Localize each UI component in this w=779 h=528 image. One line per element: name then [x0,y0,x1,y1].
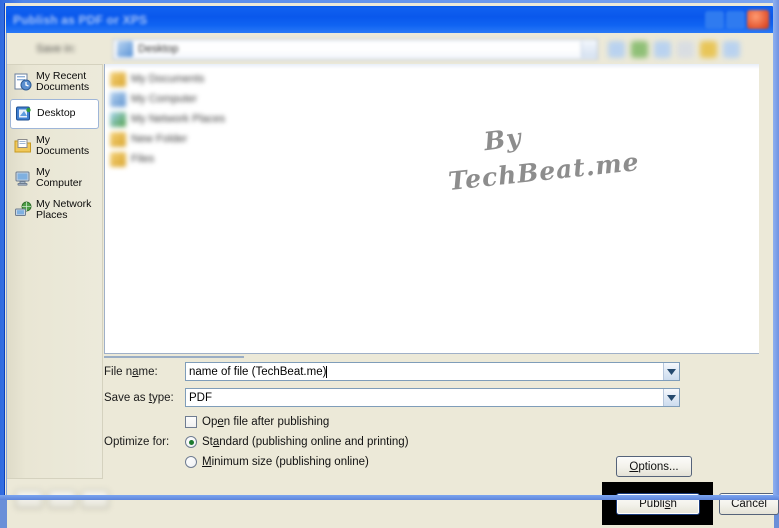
open-after-publishing-row: Open file after publishing [104,412,759,432]
save-in-value: Desktop [138,43,179,55]
places-bar: My Recent Documents Desktop My Documents… [7,64,103,479]
options-button-label: Options... [629,460,679,473]
optimize-minimum-radio[interactable] [185,456,197,468]
my-network-places-icon [15,201,32,216]
desktop-icon [16,106,31,121]
my-computer-icon [15,171,30,186]
list-item[interactable]: Files [105,149,759,169]
up-one-level-icon[interactable] [631,40,648,58]
save-as-type-label: Save as type: [104,391,174,404]
sidebar-item-label: My Recent Documents [36,69,90,93]
optimize-minimum-label: Minimum size (publishing online) [202,456,369,468]
folder-icon [110,71,126,87]
title-bar[interactable]: Publish as PDF or XPS [6,6,773,33]
titlebar-button-group [705,10,773,29]
options-button[interactable]: Options... [616,456,692,477]
desktop-icon [117,41,133,57]
network-icon [110,111,126,127]
dialog-footer: Publish Cancel [7,480,779,528]
open-after-publishing-label: Open file after publishing [202,416,330,428]
sidebar-item-my-network-places[interactable]: My Network Places [10,195,99,225]
text-cursor [326,365,328,378]
computer-icon [110,91,126,107]
file-list[interactable]: My Documents My Computer My Network Plac… [104,64,759,354]
open-after-publishing-checkbox[interactable] [185,416,197,428]
delete-icon[interactable] [677,40,694,58]
file-toolbar [608,40,740,58]
optimize-standard-row: Optimize for: Standard (publishing onlin… [104,432,759,452]
form-area: File name: name of file (TechBeat.me) Sa… [104,360,759,480]
my-documents-icon [14,139,31,153]
back-icon[interactable] [608,40,625,58]
sidebar-item-desktop[interactable]: Desktop [10,99,99,129]
dialog-client-area: Save in: Desktop My Recent Documents Des… [6,33,779,528]
file-name: My Documents [131,73,205,85]
new-folder-icon[interactable] [700,40,717,58]
sidebar-item-my-documents[interactable]: My Documents [10,131,99,161]
sidebar-item-my-recent-documents[interactable]: My Recent Documents [10,67,99,97]
list-item[interactable]: My Computer [105,89,759,109]
optimize-standard-label: Standard (publishing online and printing… [202,436,409,448]
form-separator [104,356,244,358]
optimize-for-label: Optimize for: [104,436,170,448]
minimize-icon[interactable] [705,10,724,29]
sidebar-item-label: My Documents [36,133,90,157]
publish-as-pdf-dialog: Publish as PDF or XPS Save in: Desktop M… [0,0,779,528]
sidebar-item-label: My Network Places [36,197,92,221]
list-item[interactable]: My Documents [105,69,759,89]
sidebar-item-label: My Computer [36,165,83,189]
close-icon[interactable] [747,10,769,29]
file-name: My Computer [131,93,198,105]
window-title: Publish as PDF or XPS [13,12,148,27]
file-name-input[interactable]: name of file (TechBeat.me) [185,362,680,381]
window-bottom-edge [0,495,779,500]
folder-icon [110,131,126,147]
file-name: My Network Places [131,113,226,125]
recent-documents-icon [14,73,32,91]
sidebar-item-my-computer[interactable]: My Computer [10,163,99,193]
file-name: New Folder [131,133,188,145]
list-item[interactable]: New Folder [105,129,759,149]
search-web-icon[interactable] [654,40,671,58]
save-as-type-value: PDF [189,391,212,404]
maximize-icon[interactable] [726,10,745,29]
file-name: Files [131,153,155,165]
save-in-row: Save in: Desktop [7,34,774,64]
save-as-type-row: Save as type: PDF [104,386,759,409]
save-in-label: Save in: [36,43,76,55]
file-name-label: File name: [104,365,158,378]
file-name-row: File name: name of file (TechBeat.me) [104,360,759,383]
views-icon[interactable] [723,40,740,58]
window-right-edge [773,0,779,500]
sidebar-item-label: Desktop [37,107,76,120]
save-as-type-select[interactable]: PDF [185,388,680,407]
publish-button-highlight: Publish [602,482,713,525]
chevron-down-icon[interactable] [581,40,597,58]
optimize-standard-radio[interactable] [185,436,197,448]
chevron-down-icon[interactable] [663,389,679,406]
file-name-value: name of file (TechBeat.me) [189,365,327,378]
save-in-combo[interactable]: Desktop [113,38,598,60]
folder-icon [110,151,126,167]
list-item[interactable]: My Network Places [105,109,759,129]
chevron-down-icon[interactable] [663,363,679,380]
